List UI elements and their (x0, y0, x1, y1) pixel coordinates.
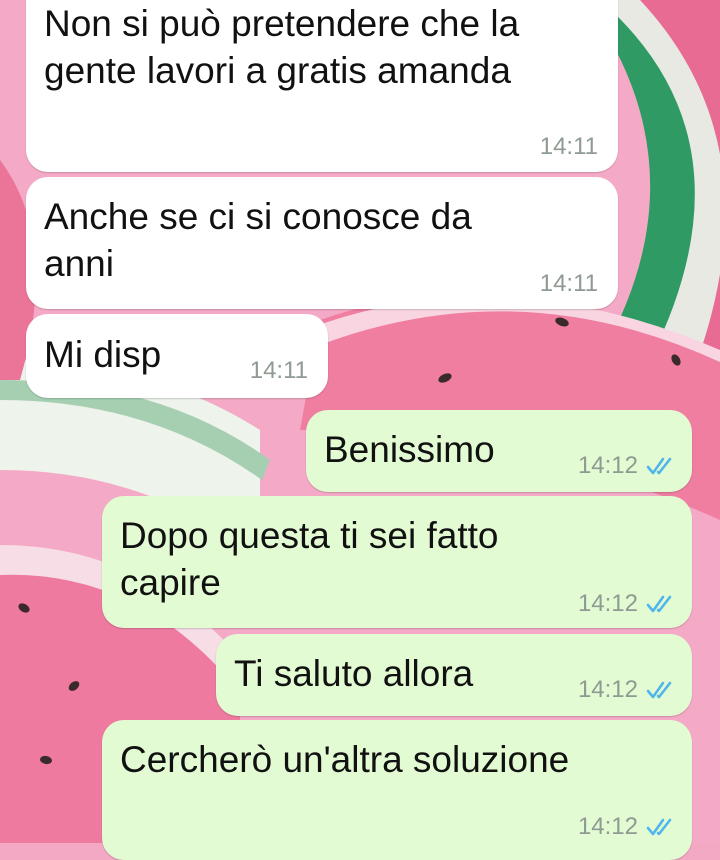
message-bubble-outgoing[interactable]: Ti saluto allora 14:12 (216, 634, 692, 716)
message-timestamp: 14:11 (539, 133, 598, 160)
message-bubble-outgoing[interactable]: Cercherò un'altra soluzione 14:12 (102, 720, 692, 860)
message-bubble-outgoing[interactable]: Dopo questa ti sei fatto capire 14:12 (102, 496, 692, 628)
message-bubble-incoming[interactable]: Non si può pretendere che la gente lavor… (26, 0, 618, 172)
message-bubble-outgoing[interactable]: Benissimo 14:12 (306, 410, 692, 492)
message-text: Ti saluto allora (234, 653, 474, 694)
read-double-check-icon (646, 595, 672, 613)
message-text: Dopo questa ti sei fatto capire (120, 515, 499, 603)
message-text: Cercherò un'altra soluzione (120, 739, 570, 780)
message-text: Mi disp (44, 334, 162, 375)
read-double-check-icon (646, 681, 672, 699)
message-bubble-incoming[interactable]: Anche se ci si conosce da anni 14:11 (26, 177, 618, 309)
message-timestamp: 14:12 (577, 590, 638, 617)
read-double-check-icon (646, 818, 672, 836)
message-text: Non si può pretendere che la gente lavor… (44, 3, 520, 91)
message-timestamp: 14:11 (539, 270, 598, 297)
message-text: Benissimo (324, 429, 495, 470)
message-timestamp: 14:12 (577, 813, 638, 840)
message-timestamp: 14:11 (249, 357, 308, 384)
message-timestamp: 14:12 (577, 452, 638, 479)
read-double-check-icon (646, 457, 672, 475)
message-text: Anche se ci si conosce da anni (44, 196, 472, 284)
message-bubble-incoming[interactable]: Mi disp 14:11 (26, 314, 328, 398)
message-timestamp: 14:12 (577, 676, 638, 703)
